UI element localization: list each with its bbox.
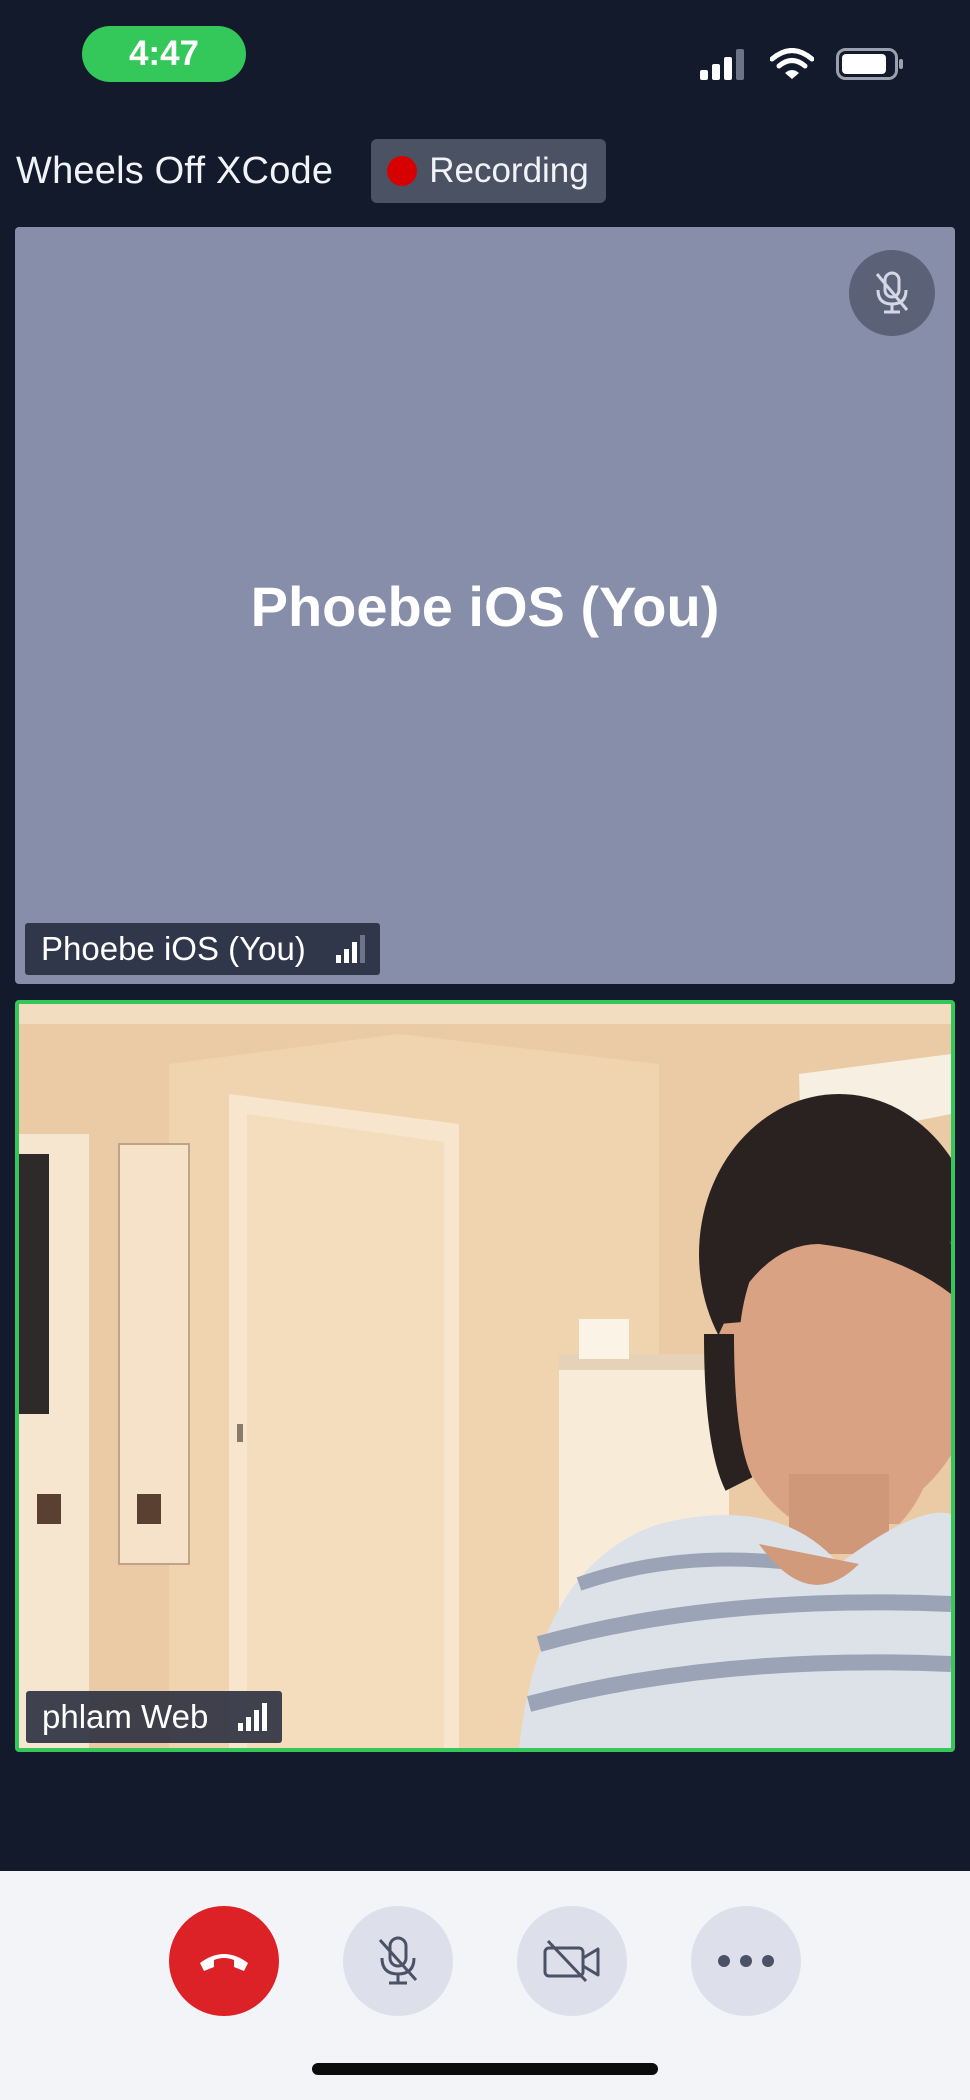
network-quality-icon bbox=[238, 1703, 268, 1731]
more-options-icon bbox=[718, 1955, 774, 1967]
participant-name-tag: phlam Web bbox=[26, 1691, 283, 1743]
more-options-button[interactable] bbox=[691, 1906, 801, 2016]
camera-off-icon bbox=[543, 1939, 600, 1983]
call-title: Wheels Off XCode bbox=[16, 149, 334, 192]
battery-icon bbox=[836, 48, 903, 80]
recording-dot-icon bbox=[387, 156, 418, 186]
home-indicator[interactable] bbox=[312, 2063, 658, 2075]
participant-name-tag: Phoebe iOS (You) bbox=[25, 923, 380, 975]
microphone-muted-icon bbox=[378, 1936, 418, 1985]
call-header: Wheels Off XCode Recording bbox=[16, 138, 606, 204]
participant-name: Phoebe iOS (You) bbox=[41, 930, 306, 967]
network-quality-icon bbox=[335, 935, 365, 963]
recording-badge: Recording bbox=[371, 139, 606, 203]
recording-label: Recording bbox=[429, 151, 589, 190]
status-time[interactable]: 4:47 bbox=[82, 26, 246, 82]
status-icons bbox=[700, 44, 904, 84]
microphone-muted-icon bbox=[875, 271, 909, 314]
camera-toggle-button[interactable] bbox=[517, 1906, 627, 2016]
mute-toggle-button[interactable] bbox=[343, 1906, 453, 2016]
self-video-tile[interactable]: Phoebe iOS (You) Phoebe iOS (You) bbox=[15, 227, 955, 984]
cellular-signal-icon bbox=[700, 49, 744, 80]
self-tile-center-name: Phoebe iOS (You) bbox=[250, 575, 720, 638]
status-bar: 4:47 bbox=[0, 0, 970, 110]
end-call-icon bbox=[200, 1954, 248, 1971]
participant-name: phlam Web bbox=[42, 1698, 209, 1735]
tile-mute-indicator bbox=[849, 250, 935, 336]
remote-video-tile[interactable]: phlam Web bbox=[15, 1000, 955, 1752]
wifi-icon bbox=[770, 48, 814, 79]
end-call-button[interactable] bbox=[169, 1906, 279, 2016]
remote-video-feed bbox=[19, 1004, 951, 1748]
